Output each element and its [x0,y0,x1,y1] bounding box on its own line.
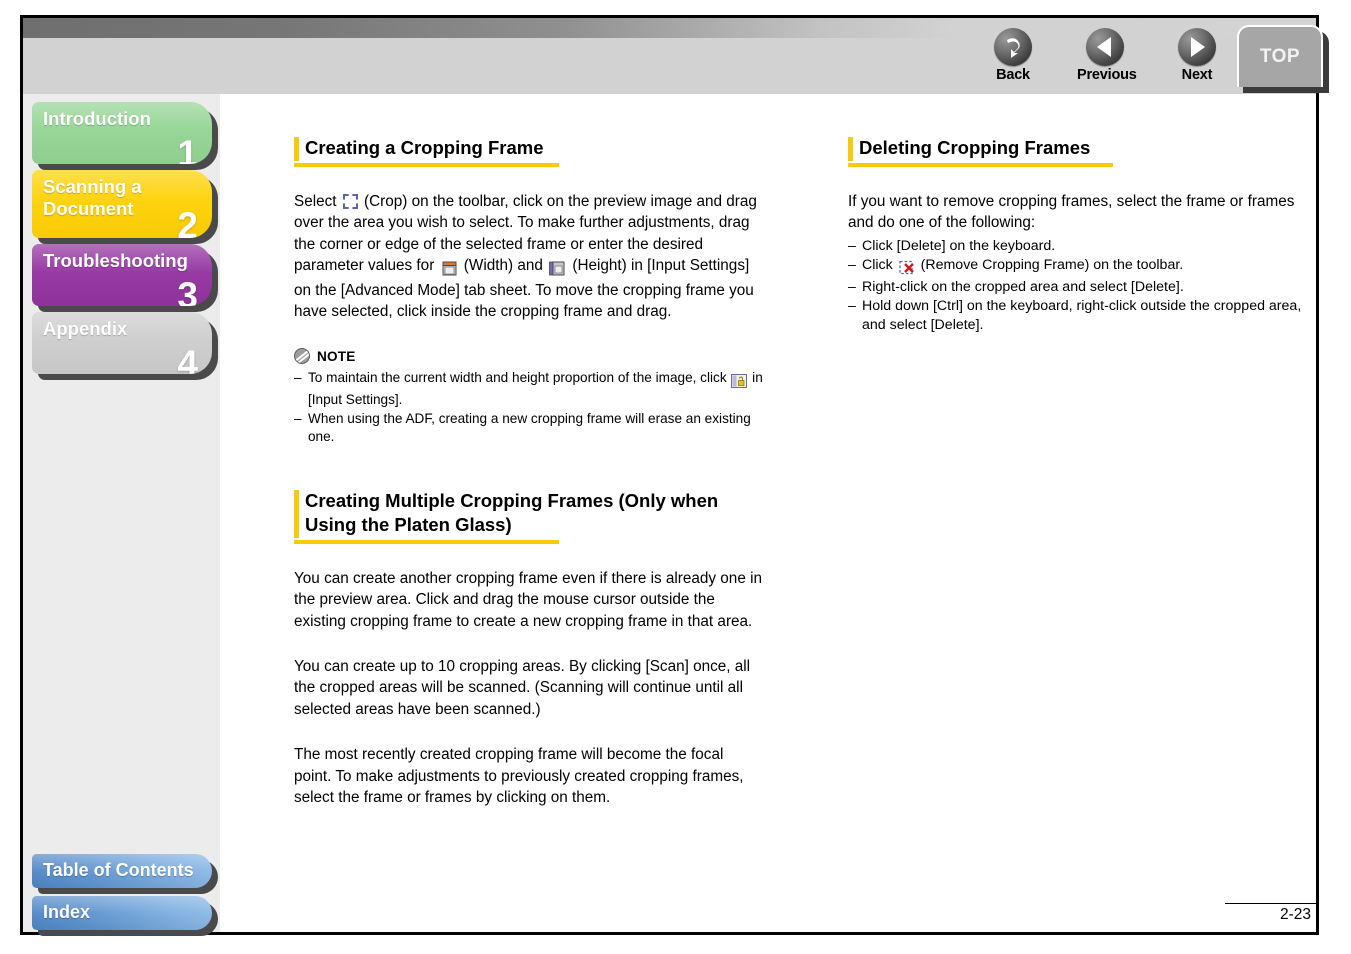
sidebar: Introduction 1 Scanning a Document 2 Tro… [23,94,220,936]
page-border-bottom [20,932,1319,935]
note-header: NOTE [294,348,764,365]
height-icon [547,258,568,279]
sidebar-item-label: Introduction [43,108,151,129]
sidebar-item-number: 3 [177,275,198,306]
note-item-text: When using the ADF, creating a new cropp… [308,410,751,445]
list-item-text: Right-click on the cropped area and sele… [862,278,1184,295]
paragraph-multiple-frames-3: The most recently created cropping frame… [294,746,744,807]
sidebar-item-label: Troubleshooting [43,250,188,271]
previous-button-label: Previous [1077,67,1137,83]
paragraph-deleting-intro: If you want to remove cropping frames, s… [848,193,1295,232]
heading-underline [294,163,559,167]
list-item-text: Click [Delete] on the keyboard. [862,237,1056,254]
dash-bullet: – [848,278,856,295]
sidebar-item-scanning-a-document[interactable]: Scanning a Document 2 [32,170,212,238]
list-item: – Right-click on the cropped area and sel… [848,278,1308,297]
paragraph-part: (Width) and [459,257,548,275]
note-item-text: To maintain the current width and height… [308,370,731,386]
paragraph-creating-cropping-frame: Select (Crop) on the toolbar, click on t… [294,191,764,322]
heading-text: Creating a Cropping Frame [305,137,544,158]
note-list-item: – To maintain the current width and heigh… [294,369,764,409]
dash-bullet: – [848,297,856,314]
back-arrow-icon [994,28,1032,66]
list-item: – Click [Delete] on the keyboard. [848,237,1308,256]
content-area: Creating a Cropping Frame Select (Crop) … [220,98,1316,932]
sidebar-item-label: Scanning a Document [43,176,142,220]
next-button[interactable]: Next [1169,28,1225,83]
remove-cropping-frame-icon [897,259,917,278]
dash-bullet: – [294,410,302,426]
page-number: 2-23 [1279,906,1311,923]
section-heading-creating-multiple-cropping-frames: Creating Multiple Cropping Frames (Only … [294,489,764,538]
heading-text-line1: Creating Multiple Cropping Frames (Only … [305,489,719,511]
width-icon [439,258,460,279]
sidebar-item-label-line1: Scanning a [43,176,142,197]
right-column: Deleting Cropping Frames If you want to … [848,136,1308,335]
list-item-text: (Remove Cropping Frame) on the toolbar. [916,256,1184,273]
dash-bullet: – [848,256,856,273]
navigation-buttons: Back Previous Next [985,28,1225,92]
list-item-text: Click [862,256,897,273]
sidebar-item-appendix[interactable]: Appendix 4 [32,312,212,374]
document-page: Back Previous Next TOP Introduction 1 Sc… [0,0,1351,954]
note-list: – To maintain the current width and heigh… [294,369,764,446]
sidebar-link-table-of-contents[interactable]: Table of Contents [32,854,212,888]
note-list-item: – When using the ADF, creating a new crop… [294,410,764,447]
paragraph-multiple-frames-1: You can create another cropping frame ev… [294,569,762,630]
page-border-right [1316,15,1319,935]
sidebar-item-number: 2 [177,205,198,238]
dash-bullet: – [294,370,302,386]
note-pencil-icon [294,348,310,365]
back-button-label: Back [996,67,1030,83]
heading-accent-bar [848,137,853,161]
list-item: – Hold down [Ctrl] on the keyboard, right… [848,297,1308,335]
heading-underline [294,539,559,544]
sidebar-link-label: Table of Contents [43,860,194,880]
left-column: Creating a Cropping Frame Select (Crop) … [294,136,764,808]
section-heading-deleting-cropping-frames: Deleting Cropping Frames [848,136,1308,161]
heading-accent-bar [294,489,299,538]
list-item: – Click (Remove Cropping Frame) on the to… [848,256,1308,278]
top-tab-button[interactable]: TOP [1237,25,1323,87]
list-item-text: Hold down [Ctrl] on the keyboard, right-… [862,297,1302,333]
deleting-options-list: – Click [Delete] on the keyboard. – Click … [848,237,1308,335]
right-triangle-icon [1178,28,1216,66]
sidebar-item-label: Appendix [43,318,128,339]
sidebar-item-introduction[interactable]: Introduction 1 [32,102,212,164]
previous-button[interactable]: Previous [1077,28,1137,83]
heading-text-line2: Using the Platen Glass) [305,513,512,535]
sidebar-item-troubleshooting[interactable]: Troubleshooting 3 [32,244,212,306]
next-button-label: Next [1181,67,1213,83]
top-tab-label: TOP [1259,46,1301,67]
crop-icon [342,194,358,209]
footer-rule [1225,903,1316,904]
sidebar-item-number: 1 [177,133,198,164]
back-button[interactable]: Back [985,28,1041,83]
sidebar-item-number: 4 [177,343,198,374]
heading-underline [848,163,1113,167]
sidebar-item-label-line2: Document [43,198,134,219]
note-title: NOTE [317,348,356,364]
heading-text: Deleting Cropping Frames [859,137,1091,158]
paragraph-part: Select [294,193,341,210]
section-heading-creating-a-cropping-frame: Creating a Cropping Frame [294,136,764,161]
lock-aspect-ratio-icon [730,372,748,391]
heading-accent-bar [294,137,299,161]
left-triangle-icon [1086,28,1124,66]
sidebar-link-label: Index [43,902,91,922]
sidebar-link-index[interactable]: Index [32,896,212,930]
dash-bullet: – [848,237,856,254]
paragraph-multiple-frames-2: You can create up to 10 cropping areas. … [294,658,751,718]
